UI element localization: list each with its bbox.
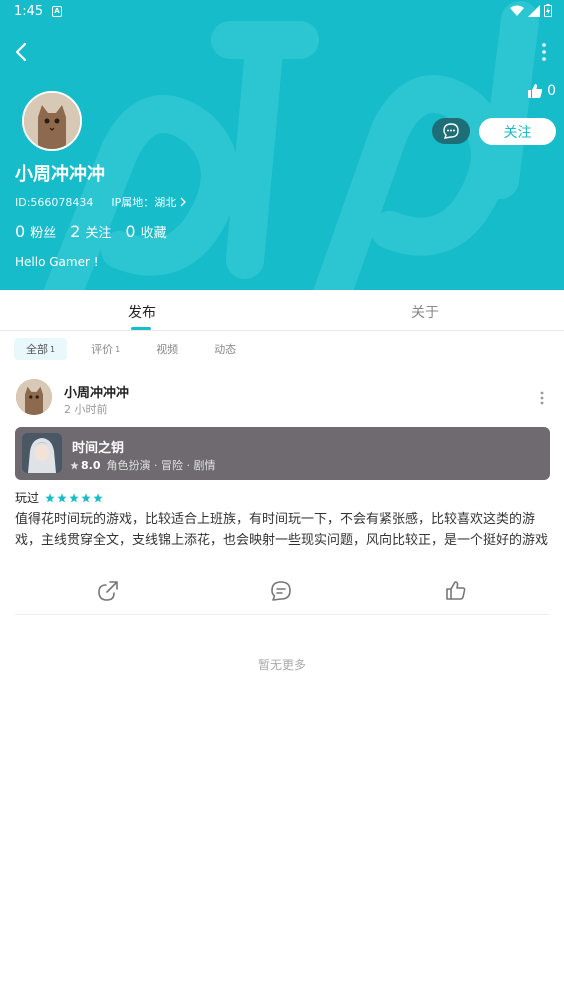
thumbs-up-icon [528,84,543,98]
game-card[interactable]: 时间之钥 8.0 角色扮演 · 冒险 · 剧情 [15,427,550,480]
status-icons [510,4,552,17]
rating-stars [45,493,103,503]
stat-label: 关注 [85,226,112,241]
bio: Hello Gamer ! [15,255,99,269]
filter-chips: 全部 1 评价 1 视频 动态 [14,338,260,360]
username: 小周冲冲冲 [15,164,105,185]
more-options-icon[interactable] [540,42,548,62]
filter-label: 视频 [156,343,179,356]
chat-bubble-icon [443,123,459,139]
post-actions [0,579,564,603]
profile-header: 1:45 A 0 关注 小周冲冲冲 ID:566078434 IP属地：湖北 0… [0,0,564,290]
stat-number: 2 [70,222,81,241]
follow-button[interactable]: 关注 [479,118,556,145]
filter-label: 动态 [214,343,237,356]
star-icon [93,493,103,502]
taptap-watermark [43,1,539,290]
like-icon[interactable] [444,579,468,603]
played-label: 玩过 [15,491,40,505]
id-line: ID:566078434 IP属地：湖北 [15,194,187,210]
stat-number: 0 [15,222,26,241]
filter-label: 评价 [91,343,114,356]
stat-label: 粉丝 [30,226,57,241]
star-icon [45,493,55,502]
filter-label: 全部 [26,343,48,356]
review-text[interactable]: 值得花时间玩的游戏，比较适合上班族，有时间玩一下，不会有紧张感，比较喜欢这类的游… [15,509,549,551]
cat-avatar-image [16,379,52,415]
filter-count: 1 [115,344,121,354]
stat-fans[interactable]: 0 粉丝 [15,222,56,241]
game-score: 8.0 [70,459,101,472]
game-meta: 8.0 角色扮演 · 冒险 · 剧情 [70,457,215,473]
comment-icon[interactable] [269,579,293,603]
filter-moments[interactable]: 动态 [202,338,248,360]
post-author-avatar[interactable] [16,379,52,415]
ip-location[interactable]: IP属地：湖北 [111,194,187,210]
star-icon [57,493,67,502]
filter-count: 1 [50,344,56,354]
stat-label: 收藏 [140,226,167,241]
ip-location-label: IP属地：湖北 [111,196,177,209]
post-author-name[interactable]: 小周冲冲冲 [64,382,129,401]
played-row: 玩过 [15,489,103,506]
filter-videos[interactable]: 视频 [144,338,190,360]
post-divider [15,614,549,615]
tab-about[interactable]: 关于 [411,302,439,322]
post-more-icon[interactable] [540,390,544,406]
filter-reviews[interactable]: 评价 1 [79,338,132,360]
status-bar: 1:45 A [0,0,564,24]
stats-row: 0 粉丝 2 关注 0 收藏 [15,222,167,241]
game-tags: 角色扮演 · 冒险 · 剧情 [106,459,216,472]
tab-active-indicator [131,327,151,330]
status-time: 1:45 [14,4,44,19]
profile-tabs: 发布 关于 [0,290,564,331]
avatar[interactable] [22,91,82,151]
share-icon[interactable] [96,579,120,603]
game-score-value: 8.0 [81,458,101,472]
stat-following[interactable]: 2 关注 [70,222,111,241]
post-time: 2 小时前 [64,403,108,416]
cat-avatar-image [24,93,80,149]
tab-publish[interactable]: 发布 [128,302,156,322]
stat-favorites[interactable]: 0 收藏 [125,222,166,241]
game-art-image [22,433,62,473]
game-icon [22,433,62,473]
notification-icon: A [52,6,62,17]
profile-like[interactable]: 0 [527,83,556,99]
wifi-icon [510,5,524,16]
signal-icon [528,4,540,17]
message-button[interactable] [432,118,470,144]
chevron-right-icon [180,197,187,207]
stat-number: 0 [125,222,136,241]
star-icon [70,460,79,469]
star-icon [81,493,91,502]
no-more-text: 暂无更多 [257,658,306,672]
filter-all[interactable]: 全部 1 [14,338,68,360]
back-icon[interactable] [10,40,34,64]
battery-icon [544,4,552,17]
like-count: 0 [547,83,556,99]
user-id: ID:566078434 [15,195,94,209]
game-title: 时间之钥 [72,441,125,456]
star-icon [69,493,79,502]
